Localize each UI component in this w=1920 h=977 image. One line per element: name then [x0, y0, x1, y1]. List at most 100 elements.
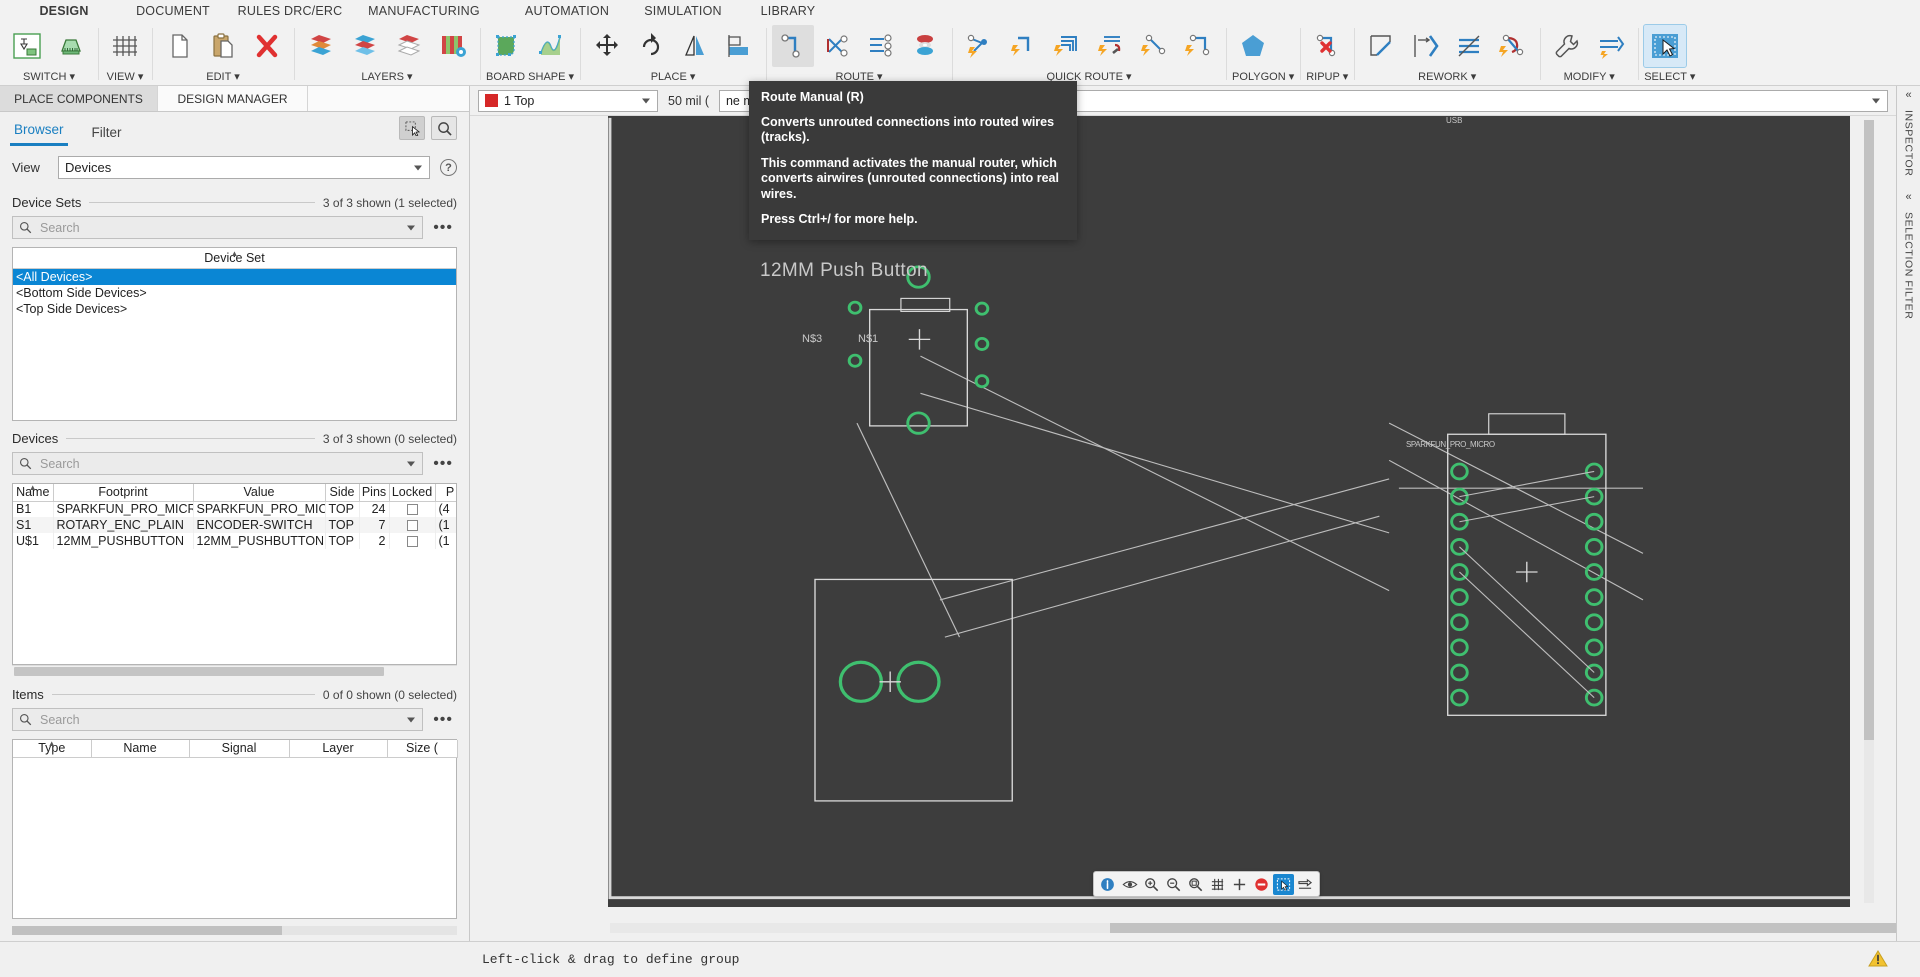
mirror-icon[interactable]	[674, 25, 716, 67]
devices-col-locked[interactable]: Locked	[389, 484, 435, 501]
items-search-input[interactable]	[38, 712, 416, 728]
devices-col-value[interactable]: Value	[193, 484, 325, 501]
ribbon-tab-document[interactable]: DOCUMENT	[118, 4, 228, 18]
devices-col-side[interactable]: Side	[325, 484, 359, 501]
items-col-size[interactable]: Size (	[387, 740, 457, 757]
panel-tab-place-components[interactable]: PLACE COMPONENTS	[0, 86, 158, 111]
eye-visibility-icon[interactable]	[1119, 874, 1140, 895]
measure-icon[interactable]	[1295, 874, 1316, 895]
rail-item-selection-filter[interactable]: SELECTION FILTER	[1903, 212, 1915, 319]
zoom-out-icon[interactable]	[1163, 874, 1184, 895]
move-icon[interactable]	[586, 25, 628, 67]
ribbon-tab-rules[interactable]: RULES DRC/ERC	[228, 4, 352, 18]
ribbon-group-label-edit[interactable]: EDIT ▾	[158, 70, 288, 84]
layer-manager-icon[interactable]	[432, 25, 474, 67]
autoroute-bus-icon[interactable]	[1046, 25, 1088, 67]
extend-icon[interactable]	[1404, 25, 1446, 67]
warning-triangle-icon[interactable]	[1868, 949, 1888, 970]
devices-searchbox[interactable]	[12, 452, 423, 475]
ripup-icon[interactable]	[1306, 25, 1348, 67]
rotate-icon[interactable]	[630, 25, 672, 67]
ribbon-tab-manufacturing[interactable]: MANUFACTURING	[352, 4, 496, 18]
select-cursor-icon[interactable]	[1644, 25, 1686, 67]
attribute-icon[interactable]	[1590, 25, 1632, 67]
ribbon-tab-automation[interactable]: AUTOMATION	[506, 4, 628, 18]
grid-toggle-icon[interactable]	[1207, 874, 1228, 895]
table-row[interactable]: U$1 12MM_PUSHBUTTON 12MM_PUSHBUTTON TOP …	[13, 533, 457, 549]
expand-inspector-icon[interactable]: «	[1905, 90, 1911, 100]
ribbon-tab-library[interactable]: LIBRARY	[738, 4, 838, 18]
autoroute-trace-icon[interactable]	[1002, 25, 1044, 67]
switch-to-3d-icon[interactable]	[50, 25, 92, 67]
zoom-to-fit-icon[interactable]	[431, 116, 457, 140]
autoroute-selected-icon[interactable]	[1178, 25, 1220, 67]
select-mode-icon[interactable]	[1273, 874, 1294, 895]
layer-stack-icon[interactable]	[300, 25, 342, 67]
items-searchbox[interactable]	[12, 708, 423, 731]
copy-icon[interactable]	[158, 25, 200, 67]
ratsnest-icon[interactable]	[816, 25, 858, 67]
wrench-icon[interactable]	[1546, 25, 1588, 67]
items-col-name[interactable]: Name	[91, 740, 189, 757]
expand-selection-filter-icon[interactable]: «	[1905, 192, 1911, 202]
items-more-button[interactable]: •••	[429, 715, 457, 725]
canvas-vscrollbar[interactable]	[1864, 120, 1874, 903]
view-combo[interactable]: Devices	[58, 156, 430, 179]
device-sets-searchbox[interactable]	[12, 216, 423, 239]
optimize-icon[interactable]	[1492, 25, 1534, 67]
list-item[interactable]: <Top Side Devices>	[13, 301, 456, 317]
device-locked[interactable]	[389, 501, 435, 517]
device-sets-search-input[interactable]	[38, 220, 416, 236]
table-row[interactable]: B1 SPARKFUN_PRO_MICRO SPARKFUN_PRO_MICRO…	[13, 501, 457, 517]
device-sets-listbox[interactable]: ▲ Device Set <All Devices> <Bottom Side …	[12, 247, 457, 421]
devices-col-pins[interactable]: Pins	[359, 484, 389, 501]
route-multiple-icon[interactable]	[860, 25, 902, 67]
ribbon-group-label-select[interactable]: SELECT ▾	[1644, 70, 1695, 84]
autoroute-airwire-icon[interactable]	[1134, 25, 1176, 67]
ribbon-tab-simulation[interactable]: SIMULATION	[628, 4, 738, 18]
items-col-type[interactable]: ▲Type	[13, 740, 91, 757]
table-row[interactable]: S1 ROTARY_ENC_PLAIN ENCODER-SWITCH TOP 7…	[13, 517, 457, 533]
layer-display-icon[interactable]	[388, 25, 430, 67]
device-sets-column-header[interactable]: ▲ Device Set	[13, 248, 456, 269]
panel-tab-design-manager[interactable]: DESIGN MANAGER	[158, 86, 308, 111]
drc-error-icon[interactable]	[1251, 874, 1272, 895]
canvas-hscrollbar[interactable]	[610, 923, 1850, 933]
checkbox-icon[interactable]	[407, 536, 418, 547]
grid-icon[interactable]	[104, 25, 146, 67]
pcb-canvas[interactable]: 12MM Push Button USB S1 N$3 N$1 ROTARY_S…	[470, 116, 1896, 941]
board-edit-shape-icon[interactable]	[530, 25, 572, 67]
zoom-in-icon[interactable]	[1141, 874, 1162, 895]
scroll-thumb[interactable]	[14, 667, 384, 676]
ribbon-group-label-place[interactable]: PLACE ▾	[586, 70, 760, 84]
switch-to-schematic-icon[interactable]	[6, 25, 48, 67]
checkbox-icon[interactable]	[407, 504, 418, 515]
align-icon[interactable]	[718, 25, 760, 67]
autoroute-fanout-icon[interactable]	[1090, 25, 1132, 67]
help-icon[interactable]: ?	[440, 159, 457, 176]
paste-icon[interactable]	[202, 25, 244, 67]
ribbon-group-label-modify[interactable]: MODIFY ▾	[1546, 70, 1632, 84]
ribbon-group-label-board-shape[interactable]: BOARD SHAPE ▾	[486, 70, 574, 84]
ribbon-group-label-ripup[interactable]: RIPUP ▾	[1306, 70, 1348, 84]
layer-settings-icon[interactable]	[344, 25, 386, 67]
rail-item-inspector[interactable]: INSPECTOR	[1903, 110, 1915, 176]
ribbon-group-label-rework[interactable]: REWORK ▾	[1360, 70, 1534, 84]
subtab-browser[interactable]: Browser	[10, 122, 68, 146]
scroll-thumb[interactable]	[1864, 120, 1874, 740]
devices-table[interactable]: ▲Name Footprint Value Side Pins Locked P…	[12, 483, 457, 665]
left-panel-hscrollbar[interactable]	[12, 926, 457, 935]
delete-icon[interactable]	[246, 25, 288, 67]
list-item[interactable]: <Bottom Side Devices>	[13, 285, 456, 301]
layer-select-combo[interactable]: 1 Top	[478, 90, 658, 112]
split-icon[interactable]	[1448, 25, 1490, 67]
subtab-filter[interactable]: Filter	[88, 125, 126, 146]
items-col-layer[interactable]: Layer	[289, 740, 387, 757]
polygon-icon[interactable]	[1232, 25, 1274, 67]
via-icon[interactable]	[904, 25, 946, 67]
devices-col-name[interactable]: ▲Name	[13, 484, 53, 501]
ribbon-group-label-view[interactable]: VIEW ▾	[104, 70, 146, 84]
crosshair-icon[interactable]	[1229, 874, 1250, 895]
miter-icon[interactable]	[1360, 25, 1402, 67]
info-icon[interactable]	[1097, 874, 1118, 895]
